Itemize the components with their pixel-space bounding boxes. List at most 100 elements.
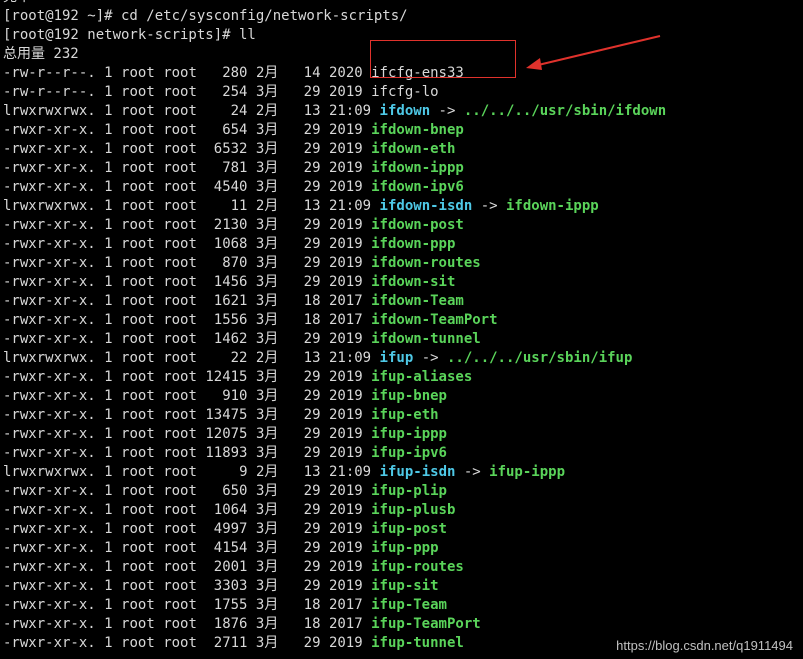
file-time: 2019 [328,540,363,556]
file-links: 1 [104,388,113,404]
file-month: 2月 [255,103,279,119]
file-links: 1 [104,540,113,556]
file-owner: root [121,616,155,632]
file-time: 2019 [328,274,363,290]
file-time: 2020 [328,65,363,81]
file-permissions: lrwxrwxrwx. [3,464,96,480]
file-group: root [163,103,197,119]
file-owner: root [121,521,155,537]
file-row: -rwxr-xr-x. 1 root root 13475 3月 29 2019… [3,406,803,425]
file-size: 2711 [213,635,248,651]
file-group: root [163,312,197,328]
file-group: root [163,217,197,233]
file-row: -rwxr-xr-x. 1 root root 4154 3月 29 2019 … [3,539,803,558]
file-size: 9 [239,464,248,480]
file-owner: root [121,141,155,157]
file-links: 1 [104,426,113,442]
file-day: 29 [303,635,321,651]
file-permissions: lrwxrwxrwx. [3,198,96,214]
file-size: 910 [222,388,248,404]
file-permissions: -rwxr-xr-x. [3,217,96,233]
file-group: root [163,255,197,271]
symlink-arrow: -> [455,464,490,480]
file-permissions: -rwxr-xr-x. [3,578,96,594]
file-month: 3月 [255,597,279,613]
file-name: ifup-plusb [371,502,456,518]
file-permissions: -rwxr-xr-x. [3,274,96,290]
file-name: ifdown-Team [371,293,464,309]
file-links: 1 [104,369,113,385]
file-time: 2017 [328,312,363,328]
file-owner: root [121,369,155,385]
file-day: 29 [303,426,321,442]
file-owner: root [121,84,155,100]
file-permissions: -rwxr-xr-x. [3,521,96,537]
file-size: 1462 [213,331,248,347]
file-owner: root [121,217,155,233]
file-row: -rwxr-xr-x. 1 root root 1068 3月 29 2019 … [3,235,803,254]
file-owner: root [121,103,155,119]
file-name: ifdown-routes [371,255,481,271]
highlight-box [370,40,516,78]
file-group: root [163,464,197,480]
file-month: 3月 [255,502,279,518]
file-day: 29 [303,84,321,100]
file-owner: root [121,635,155,651]
file-permissions: -rwxr-xr-x. [3,445,96,461]
file-group: root [163,84,197,100]
file-size: 654 [222,122,248,138]
file-month: 3月 [255,521,279,537]
file-group: root [163,616,197,632]
file-day: 29 [303,274,321,290]
file-row: -rw-r--r--. 1 root root 254 3月 29 2019 i… [3,83,803,102]
file-owner: root [121,483,155,499]
file-name: ifup-aliases [371,369,473,385]
file-links: 1 [104,65,113,81]
file-owner: root [121,331,155,347]
file-row: -rwxr-xr-x. 1 root root 1876 3月 18 2017 … [3,615,803,634]
file-links: 1 [104,616,113,632]
file-month: 3月 [255,293,279,309]
symlink-arrow: -> [430,103,464,119]
file-day: 18 [303,293,321,309]
file-size: 1456 [213,274,248,290]
file-group: root [163,407,197,423]
file-owner: root [121,274,155,290]
file-name: ifdown-TeamPort [371,312,498,328]
file-owner: root [121,198,155,214]
file-name: ifdown-ipv6 [371,179,464,195]
file-name: ifup [379,350,414,366]
file-links: 1 [104,236,113,252]
file-permissions: lrwxrwxrwx. [3,350,96,366]
file-time: 2019 [328,445,363,461]
file-time: 21:09 [328,350,372,366]
file-row: -rwxr-xr-x. 1 root root 654 3月 29 2019 i… [3,121,803,140]
file-size: 24 [230,103,248,119]
file-owner: root [121,540,155,556]
terminal-output[interactable]: 完牛 [root@192 ~]# cd /etc/sysconfig/netwo… [3,0,803,653]
file-size: 781 [222,160,248,176]
file-group: root [163,179,197,195]
file-month: 3月 [255,84,279,100]
file-time: 2017 [328,616,363,632]
file-owner: root [121,559,155,575]
file-size: 1064 [213,502,248,518]
file-name: ifdown-post [371,217,464,233]
symlink-target: ifdown-ippp [505,198,599,214]
file-links: 1 [104,217,113,233]
file-day: 29 [303,141,321,157]
file-row: lrwxrwxrwx. 1 root root 22 2月 13 21:09 i… [3,349,803,368]
file-month: 3月 [255,236,279,252]
file-day: 13 [303,350,321,366]
file-day: 29 [303,407,321,423]
file-month: 2月 [255,464,279,480]
file-owner: root [121,312,155,328]
file-month: 2月 [255,65,279,81]
file-month: 2月 [255,350,279,366]
file-links: 1 [104,464,113,480]
file-links: 1 [104,407,113,423]
file-group: root [163,521,197,537]
file-links: 1 [104,141,113,157]
file-name: ifdown-ippp [371,160,464,176]
file-month: 3月 [255,426,279,442]
